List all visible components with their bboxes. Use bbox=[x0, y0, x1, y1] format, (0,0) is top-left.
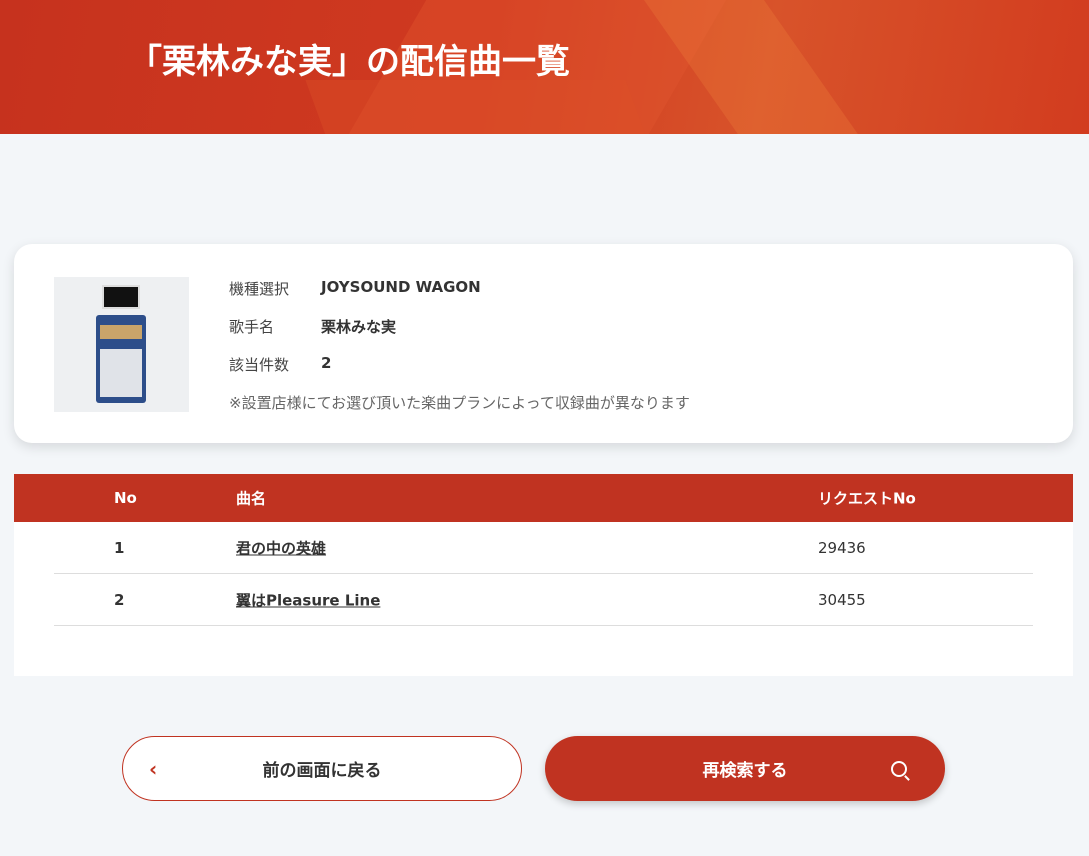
table-row: 1 君の中の英雄 29436 bbox=[54, 522, 1033, 574]
header-request-no: リクエストNo bbox=[818, 489, 916, 508]
plan-note: ※設置店様にてお選び頂いた楽曲プランによって収録曲が異なります bbox=[229, 394, 690, 412]
song-title-link[interactable]: 翼はPleasure Line bbox=[236, 589, 380, 610]
back-label: 前の画面に戻る bbox=[262, 761, 382, 781]
row-no: 2 bbox=[114, 590, 125, 609]
song-table: No 曲名 リクエストNo 1 君の中の英雄 29436 2 翼はPleasur… bbox=[14, 474, 1073, 676]
table-row: 2 翼はPleasure Line 30455 bbox=[54, 574, 1033, 626]
row-no: 1 bbox=[114, 538, 125, 557]
model-label: 機種選択 bbox=[229, 280, 290, 298]
research-button[interactable]: 再検索する bbox=[545, 736, 945, 801]
machine-image bbox=[54, 277, 189, 412]
header-title: 曲名 bbox=[236, 489, 267, 508]
search-info-card: 機種選択 JOYSOUND WAGON 歌手名 栗林みな実 該当件数 2 ※設置店様に… bbox=[14, 244, 1073, 443]
request-no: 30455 bbox=[818, 590, 866, 609]
header-no: No bbox=[114, 489, 137, 507]
table-header: No 曲名 リクエストNo bbox=[14, 474, 1073, 522]
research-label: 再検索する bbox=[702, 761, 788, 781]
search-icon bbox=[891, 760, 907, 777]
artist-value: 栗林みな実 bbox=[321, 318, 397, 336]
page-title: 「栗林みな実」の配信曲一覧 bbox=[128, 42, 570, 82]
artist-label: 歌手名 bbox=[229, 318, 275, 336]
page-header: 「栗林みな実」の配信曲一覧 bbox=[0, 0, 1089, 134]
chevron-left-icon: ‹ bbox=[149, 756, 158, 781]
song-title-link[interactable]: 君の中の英雄 bbox=[236, 537, 326, 558]
back-button[interactable]: ‹ 前の画面に戻る bbox=[122, 736, 522, 801]
count-label: 該当件数 bbox=[229, 356, 290, 374]
request-no: 29436 bbox=[818, 538, 866, 557]
model-value: JOYSOUND WAGON bbox=[321, 278, 481, 296]
count-value: 2 bbox=[321, 354, 332, 372]
